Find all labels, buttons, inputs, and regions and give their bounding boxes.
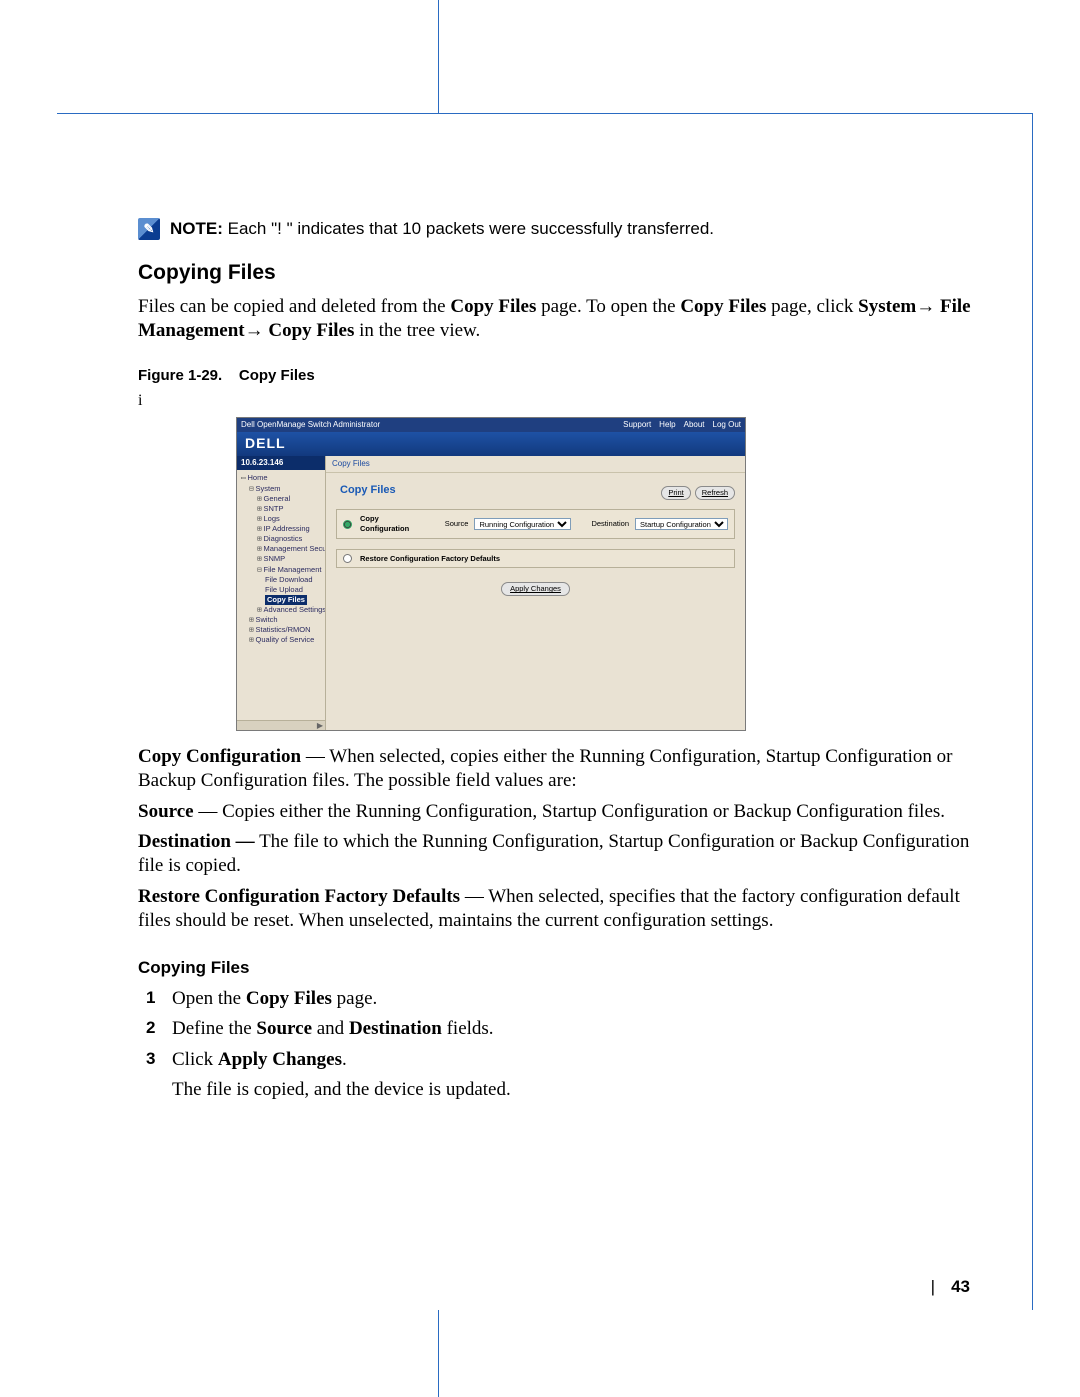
header-links: Support Help About Log Out [623,420,741,430]
frame-line [438,0,439,113]
content-area: ✎ NOTE: Each "! " indicates that 10 pack… [138,218,980,1102]
note-callout: ✎ NOTE: Each "! " indicates that 10 pack… [138,218,980,240]
tree-item[interactable]: ⊞SNTP [241,504,323,514]
tree-item[interactable]: ⊞Management Secu [241,544,323,554]
def-destination: Destination — The file to which the Runn… [138,830,980,879]
window-title: Dell OpenManage Switch Administrator [241,420,380,430]
note-icon: ✎ [138,218,160,240]
step-1: Open the Copy Files page. [138,987,980,1011]
print-button[interactable]: Print [661,486,690,500]
link-support[interactable]: Support [623,420,651,430]
tree-item[interactable]: ⊞General [241,494,323,504]
link-help[interactable]: Help [659,420,675,430]
tree-item[interactable]: ⊞Advanced Settings [241,605,323,615]
tree-file-management[interactable]: ⊟File Management [241,565,323,575]
source-label: Source [445,519,469,529]
window-titlebar: Dell OpenManage Switch Administrator Sup… [237,418,745,432]
tree-item[interactable]: ⊞Diagnostics [241,534,323,544]
note-body: Each "! " indicates that 10 packets were… [228,219,714,238]
source-select[interactable]: Running Configuration [474,518,571,530]
def-copy-configuration: Copy Configuration — When selected, copi… [138,745,980,794]
tree-copy-files-selected[interactable]: Copy Files [241,595,323,605]
main-panel: Copy Files Copy Files Print Refresh Copy… [326,456,745,730]
restore-defaults-radio[interactable] [343,554,352,563]
tree-item[interactable]: ⊞SNMP [241,554,323,564]
tree-home[interactable]: ▭Home [241,473,323,483]
restore-defaults-row: Restore Configuration Factory Defaults [336,549,735,569]
sidebar: 10.6.23.146 ▭Home ⊟System ⊞General ⊞SNTP… [237,456,326,730]
def-restore-defaults: Restore Configuration Factory Defaults —… [138,885,980,934]
tree-item[interactable]: File Download [241,575,323,585]
copy-config-label: Copy Configuration [360,514,417,533]
tree-item[interactable]: ⊞Switch [241,615,323,625]
step-2: Define the Source and Destination fields… [138,1017,980,1041]
note-label: NOTE: [170,219,223,238]
tree-item[interactable]: ⊞Statistics/RMON [241,625,323,635]
intro-paragraph: Files can be copied and deleted from the… [138,295,980,344]
frame-line [438,1310,439,1397]
link-about[interactable]: About [684,420,705,430]
copy-config-radio[interactable] [343,520,352,529]
figure-caption: Figure 1-29. Copy Files [138,366,980,385]
section-heading: Copying Files [138,260,980,287]
embedded-screenshot: Dell OpenManage Switch Administrator Sup… [236,417,746,731]
breadcrumb: Copy Files [326,456,745,473]
note-text: NOTE: Each "! " indicates that 10 packet… [170,218,714,240]
figure-marginal-i: i [138,391,980,411]
refresh-button[interactable]: Refresh [695,486,735,500]
destination-select[interactable]: Startup Configuration [635,518,728,530]
tree-item[interactable]: ⊞Quality of Service [241,635,323,645]
procedure-result: The file is copied, and the device is up… [172,1078,980,1102]
sidebar-scrollbar[interactable]: ▶ [237,720,325,730]
restore-defaults-label: Restore Configuration Factory Defaults [360,554,500,564]
copy-config-row: Copy Configuration Source Running Config… [336,509,735,538]
def-source: Source — Copies either the Running Confi… [138,800,980,824]
nav-tree: ▭Home ⊟System ⊞General ⊞SNTP ⊞Logs ⊞IP A… [237,470,325,645]
procedure-steps: Open the Copy Files page. Define the Sou… [138,987,980,1072]
brand-bar: DELL [237,432,745,456]
step-3: Click Apply Changes. [138,1048,980,1072]
tree-system[interactable]: ⊟System [241,484,323,494]
device-ip: 10.6.23.146 [237,456,325,470]
tree-item[interactable]: File Upload [241,585,323,595]
frame-line [57,113,1033,114]
procedure-heading: Copying Files [138,957,980,979]
link-logout[interactable]: Log Out [713,420,741,430]
tree-item[interactable]: ⊞Logs [241,514,323,524]
page-number: |43 [931,1277,970,1297]
frame-line [1032,113,1033,1310]
destination-label: Destination [591,519,629,529]
tree-item[interactable]: ⊞IP Addressing [241,524,323,534]
page: ✎ NOTE: Each "! " indicates that 10 pack… [0,0,1080,1397]
apply-changes-button[interactable]: Apply Changes [501,582,570,596]
